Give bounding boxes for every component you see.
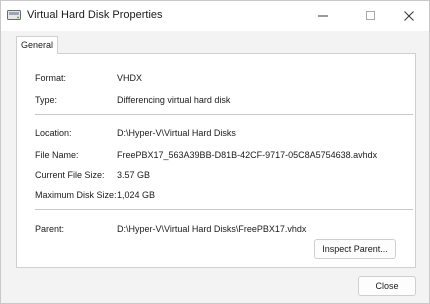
virtual-disk-icon (7, 9, 21, 21)
separator (35, 209, 413, 210)
location-label: Location: (35, 128, 72, 138)
inspect-parent-button[interactable]: Inspect Parent... (314, 239, 396, 259)
format-value: VHDX (117, 73, 143, 83)
current-size-label: Current File Size: (35, 170, 105, 180)
window-title: Virtual Hard Disk Properties (27, 9, 163, 21)
max-size-value: 1,024 GB (117, 190, 156, 200)
format-label: Format: (35, 73, 67, 83)
tab-general[interactable]: General (16, 36, 58, 54)
maximize-button[interactable] (353, 1, 389, 31)
parent-label: Parent: (35, 224, 65, 234)
minimize-icon (318, 15, 328, 17)
close-icon (404, 11, 414, 21)
maximize-icon (366, 11, 375, 20)
max-size-label: Maximum Disk Size: (35, 190, 117, 200)
type-value: Differencing virtual hard disk (117, 95, 231, 105)
filename-value: FreePBX17_563A39BB-D81B-42CF-9717-05C8A5… (117, 150, 378, 160)
type-label: Type: (35, 95, 58, 105)
close-window-button[interactable] (391, 1, 427, 31)
filename-label: File Name: (35, 150, 79, 160)
general-panel: Format: VHDX Type: Differencing virtual … (16, 53, 416, 268)
separator (35, 114, 413, 115)
current-size-value: 3.57 GB (117, 170, 151, 180)
location-value: D:\Hyper-V\Virtual Hard Disks (117, 128, 236, 138)
close-button[interactable]: Close (358, 276, 416, 296)
minimize-button[interactable] (305, 1, 341, 31)
properties-dialog: Virtual Hard Disk Properties General For… (0, 0, 430, 304)
parent-value: D:\Hyper-V\Virtual Hard Disks\FreePBX17.… (117, 224, 307, 234)
title-bar[interactable]: Virtual Hard Disk Properties (1, 1, 429, 31)
